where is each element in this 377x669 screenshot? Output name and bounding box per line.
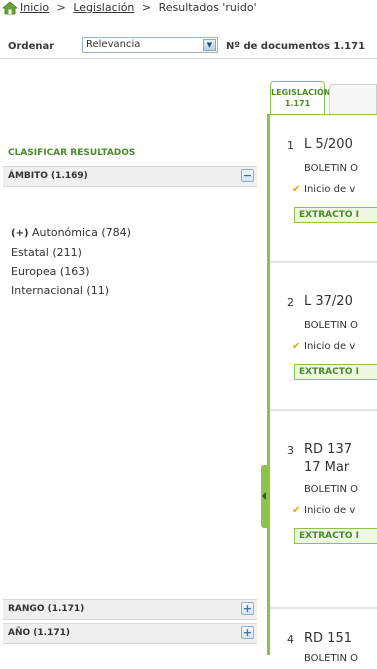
breadcrumb-current: Resultados 'ruido': [158, 1, 257, 14]
facet-item[interactable]: Europea (163): [11, 262, 131, 281]
expand-icon[interactable]: +: [241, 626, 254, 639]
breadcrumb: Inicio > Legislación > Resultados 'ruido…: [0, 0, 377, 28]
tab-label: LEGISLACIÓN: [271, 88, 331, 97]
home-icon[interactable]: [2, 1, 18, 15]
tab-legislacion[interactable]: LEGISLACIÓN 1.171: [270, 81, 331, 115]
result-title[interactable]: L 37/20: [304, 294, 353, 309]
extract-button[interactable]: EXTRACTO I: [294, 364, 377, 380]
facet-label-anio: AÑO (1.171): [8, 628, 70, 638]
facet-label-ambito: ÁMBITO (1.169): [8, 171, 88, 181]
breadcrumb-home-link[interactable]: Inicio: [20, 1, 49, 14]
breadcrumb-section-link[interactable]: Legislación: [73, 1, 134, 14]
result-source: BOLETIN O: [304, 484, 359, 495]
result-title-line2[interactable]: 17 Mar: [304, 460, 349, 475]
facet-item-label: Europea (163): [11, 265, 90, 278]
expand-icon[interactable]: +: [241, 602, 254, 615]
extract-button[interactable]: EXTRACTO I: [294, 528, 377, 544]
result-source: BOLETIN O: [304, 163, 359, 174]
facet-item-label: Internacional (11): [11, 284, 110, 297]
facet-item-label: Estatal (211): [11, 246, 82, 259]
sort-bar: Ordenar Relevancia ▼ Nº de documentos 1.…: [0, 32, 377, 59]
facet-header-ambito[interactable]: ÁMBITO (1.169) −: [3, 166, 257, 187]
arrow-left-icon: [262, 492, 266, 500]
sort-select-value: Relevancia: [86, 39, 141, 50]
sort-label: Ordenar: [8, 41, 55, 52]
result-item[interactable]: 4 RD 151 BOLETIN O: [270, 609, 377, 669]
facet-item-label: Autonómica (784): [32, 226, 131, 239]
facet-label-rango: RANGO (1.171): [8, 604, 85, 614]
collapse-icon[interactable]: −: [241, 169, 254, 182]
result-number: 4: [287, 633, 294, 646]
result-title[interactable]: RD 151: [304, 631, 352, 646]
chevron-down-icon[interactable]: ▼: [203, 39, 216, 51]
results-panel: 1 L 5/200 BOLETIN O ✔ Inicio de v EXTRAC…: [267, 114, 377, 664]
sort-select[interactable]: Relevancia ▼: [82, 37, 218, 53]
breadcrumb-separator: >: [141, 1, 152, 14]
result-number: 3: [287, 444, 294, 457]
facet-item[interactable]: Internacional (11): [11, 281, 131, 300]
breadcrumb-separator: >: [56, 1, 66, 14]
sidebar: CLASIFICAR RESULTADOS ÁMBITO (1.169) − (…: [0, 59, 264, 646]
result-status: Inicio de v: [304, 505, 356, 516]
checkmark-icon: ✔: [292, 505, 301, 516]
result-title[interactable]: L 5/200: [304, 137, 353, 152]
result-title[interactable]: RD 137: [304, 442, 352, 457]
document-count: Nº de documentos 1.171: [226, 41, 366, 52]
facet-header-anio[interactable]: AÑO (1.171) +: [3, 623, 257, 644]
facet-item[interactable]: (+) Autonómica (784): [11, 223, 131, 243]
facet-item[interactable]: Estatal (211): [11, 243, 131, 262]
tab-count: 1.171: [284, 99, 311, 108]
classify-title: CLASIFICAR RESULTADOS: [8, 148, 136, 158]
result-item[interactable]: 1 L 5/200 BOLETIN O ✔ Inicio de v EXTRAC…: [270, 115, 377, 263]
tab-other[interactable]: [329, 84, 377, 115]
facet-header-rango[interactable]: RANGO (1.171) +: [3, 599, 257, 620]
result-number: 2: [287, 296, 294, 309]
result-number: 1: [287, 139, 294, 152]
result-status: Inicio de v: [304, 184, 356, 195]
checkmark-icon: ✔: [292, 341, 301, 352]
result-source: BOLETIN O: [304, 320, 359, 331]
result-item[interactable]: 3 RD 137 17 Mar BOLETIN O ✔ Inicio de v …: [270, 411, 377, 609]
checkmark-icon: ✔: [292, 184, 301, 195]
facet-list-ambito: (+) Autonómica (784) Estatal (211) Europ…: [11, 223, 131, 300]
result-status: Inicio de v: [304, 341, 356, 352]
extract-button[interactable]: EXTRACTO I: [294, 207, 377, 223]
result-item[interactable]: 2 L 37/20 BOLETIN O ✔ Inicio de v EXTRAC…: [270, 263, 377, 411]
result-source: BOLETIN O: [304, 653, 359, 664]
facet-item-marker: (+): [11, 228, 29, 239]
